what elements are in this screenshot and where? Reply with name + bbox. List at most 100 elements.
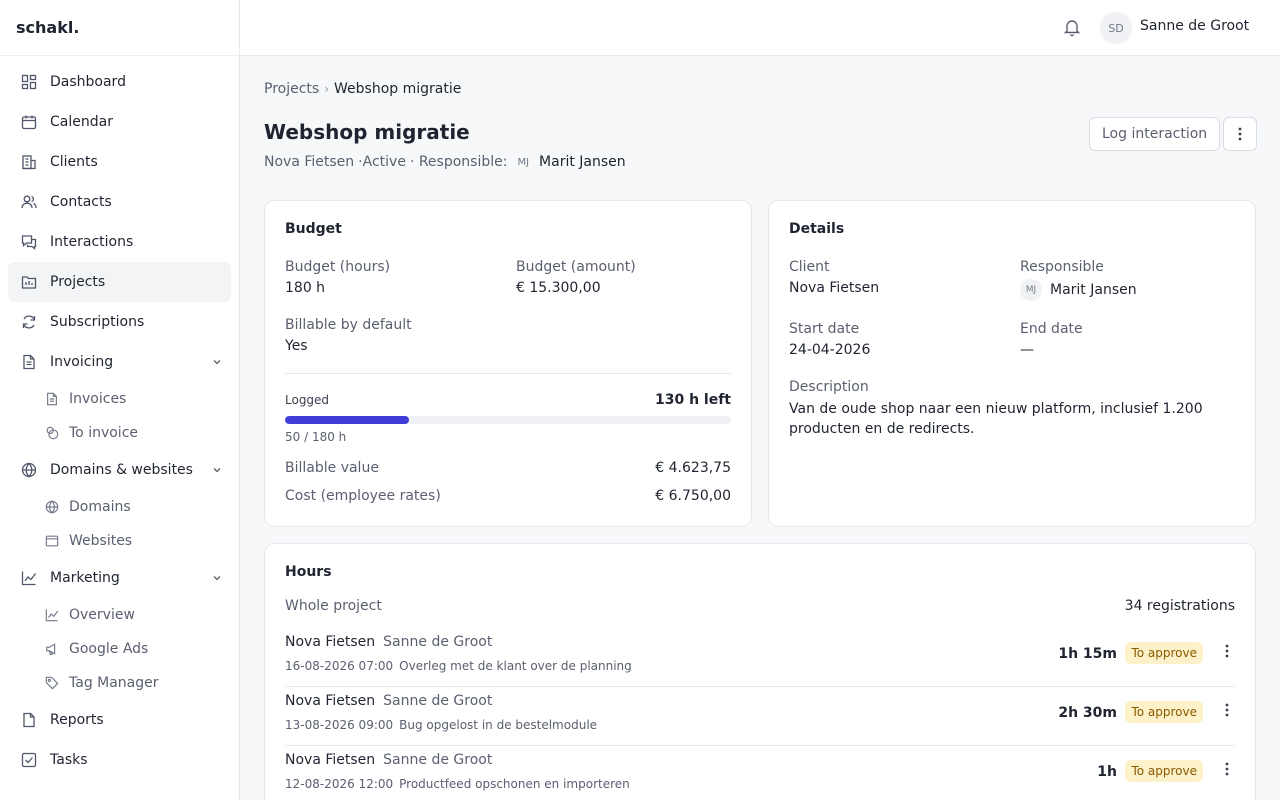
browser-icon: [44, 534, 59, 549]
logged-label: Logged: [285, 393, 330, 407]
coins-icon: [44, 426, 59, 441]
start-date-label: Start date: [789, 321, 860, 337]
sidebar-item-tag-manager[interactable]: Tag Manager: [8, 666, 231, 700]
sidebar-item-label: Websites: [69, 533, 133, 549]
sidebar-item-dashboard[interactable]: Dashboard: [8, 62, 231, 102]
refresh-icon: [20, 313, 38, 331]
sidebar-item-label: Domains & websites: [50, 462, 193, 478]
sidebar-item-google-ads[interactable]: Google Ads: [8, 632, 231, 666]
client-value[interactable]: Nova Fietsen: [789, 277, 879, 299]
billable-value-row: Billable value € 4.623,75: [285, 457, 731, 479]
sidebar-item-invoices[interactable]: Invoices: [8, 382, 231, 416]
bell-icon[interactable]: [1062, 17, 1082, 37]
sidebar-item-websites[interactable]: Websites: [8, 524, 231, 558]
billable-default-label: Billable by default: [285, 317, 412, 333]
hours-row[interactable]: Nova Fietsen Sanne de Groot 13-08-2026 09…: [285, 687, 1235, 746]
sidebar-item-subscriptions[interactable]: Subscriptions: [8, 302, 231, 342]
breadcrumb-projects-link[interactable]: Projects: [264, 81, 319, 97]
responsible-label: Responsible: [1020, 259, 1104, 275]
sidebar-item-tasks[interactable]: Tasks: [8, 740, 231, 780]
project-client-link[interactable]: Nova Fietsen: [264, 154, 354, 170]
sidebar-item-label: Calendar: [50, 114, 113, 130]
avatar[interactable]: SD: [1100, 12, 1132, 44]
status-badge: To approve: [1125, 760, 1203, 782]
sidebar-item-label: Reports: [50, 712, 104, 728]
sidebar-item-label: Marketing: [50, 570, 120, 586]
hours-row[interactable]: Nova Fietsen Sanne de Groot 12-08-2026 12…: [285, 746, 1235, 800]
sidebar-item-label: Google Ads: [69, 641, 149, 657]
chevron-down-icon[interactable]: [211, 572, 223, 584]
hours-row[interactable]: Nova Fietsen Sanne de Groot 16-08-2026 07…: [285, 628, 1235, 687]
responsible-avatar: MJ: [517, 156, 530, 168]
globe-icon: [44, 500, 59, 515]
building-icon: [20, 153, 38, 171]
hours-meta: 16-08-2026 07:00 Overleg met de klant ove…: [285, 659, 632, 673]
user-name[interactable]: Sanne de Groot: [1140, 18, 1249, 34]
responsible-avatar: MJ: [1020, 279, 1042, 301]
details-card: Details Client Nova Fietsen Responsible …: [768, 200, 1256, 527]
sidebar-item-label: Tasks: [50, 752, 88, 768]
row-kebab-icon[interactable]: [1225, 644, 1229, 658]
client-label: Client: [789, 259, 830, 275]
logged-progress-fill: [285, 416, 409, 424]
budget-amount-field: Budget (amount) € 15.300,00: [516, 257, 636, 299]
sidebar-item-interactions[interactable]: Interactions: [8, 222, 231, 262]
sidebar-item-overview[interactable]: Overview: [8, 598, 231, 632]
breadcrumb-separator: ›: [324, 82, 330, 96]
sidebar-item-reports[interactable]: Reports: [8, 700, 231, 740]
hours-datetime: 12-08-2026 12:00: [285, 777, 394, 791]
budget-hours-field: Budget (hours) 180 h: [285, 257, 390, 299]
chevron-down-icon[interactable]: [211, 356, 223, 368]
start-date-value: 24-04-2026: [789, 342, 871, 358]
sidebar: schakl. Dashboard Calendar Clients Conta…: [0, 0, 240, 800]
hours-card: Hours Whole project 34 registrations Nov…: [264, 543, 1256, 800]
sidebar-item-domains[interactable]: Domains: [8, 490, 231, 524]
log-interaction-button[interactable]: Log interaction: [1089, 117, 1221, 151]
description-line-1: Van de oude shop naar een nieuw platform…: [789, 401, 1203, 417]
hours-datetime: 16-08-2026 07:00: [285, 659, 394, 673]
budget-amount-value: € 15.300,00: [516, 280, 601, 296]
sidebar-item-label: Invoicing: [50, 354, 114, 370]
logged-caption: 50 / 180 h: [285, 430, 347, 444]
hours-left-value: 130 h left: [654, 392, 731, 408]
app-logo[interactable]: schakl.: [0, 0, 239, 56]
sidebar-item-marketing[interactable]: Marketing: [8, 558, 231, 598]
hours-duration: 1h: [1097, 764, 1117, 780]
details-title: Details: [789, 221, 845, 237]
hours-employee: Sanne de Groot: [383, 752, 493, 768]
hours-row-header: Nova Fietsen Sanne de Groot: [285, 752, 492, 768]
end-date-value: —: [1020, 342, 1034, 358]
logged-row: Logged 130 h left: [285, 389, 731, 411]
sidebar-item-label: Contacts: [50, 194, 112, 210]
more-actions-button[interactable]: [1223, 117, 1257, 151]
sidebar-item-to-invoice[interactable]: To invoice: [8, 416, 231, 450]
hours-meta: 13-08-2026 09:00 Bug opgelost in de beste…: [285, 718, 597, 732]
calendar-icon: [20, 113, 38, 131]
project-status: ·Active: [358, 154, 406, 170]
hours-description: Bug opgelost in de bestelmodule: [399, 718, 598, 732]
registrations-count: 34 registrations: [1124, 598, 1235, 614]
logged-progress-bar: [285, 416, 731, 424]
page-title: Webshop migratie: [264, 120, 470, 144]
sidebar-item-label: Tag Manager: [69, 675, 159, 691]
billable-value-amount: € 4.623,75: [655, 460, 731, 476]
responsible-prefix: · Responsible:: [409, 154, 508, 170]
budget-card: Budget Budget (hours) 180 h Budget (amou…: [264, 200, 752, 527]
row-kebab-icon[interactable]: [1225, 762, 1229, 776]
sidebar-item-domains-websites[interactable]: Domains & websites: [8, 450, 231, 490]
sidebar-item-projects[interactable]: Projects: [8, 262, 231, 302]
responsible-value-row: MJ Marit Jansen: [1020, 279, 1137, 301]
chevron-down-icon[interactable]: [211, 464, 223, 476]
sidebar-item-contacts[interactable]: Contacts: [8, 182, 231, 222]
description-line-2: producten en de redirects.: [789, 421, 975, 437]
sidebar-nav: Dashboard Calendar Clients Contacts Inte…: [0, 56, 239, 780]
sidebar-item-clients[interactable]: Clients: [8, 142, 231, 182]
row-kebab-icon[interactable]: [1225, 703, 1229, 717]
sidebar-item-calendar[interactable]: Calendar: [8, 102, 231, 142]
sidebar-item-invoicing[interactable]: Invoicing: [8, 342, 231, 382]
sidebar-item-label: To invoice: [69, 425, 139, 441]
main-content: Projects › Webshop migratie Webshop migr…: [240, 56, 1280, 800]
status-badge: To approve: [1125, 642, 1203, 664]
hours-employee: Sanne de Groot: [383, 693, 493, 709]
hours-summary-row: Whole project 34 registrations: [285, 595, 1235, 617]
